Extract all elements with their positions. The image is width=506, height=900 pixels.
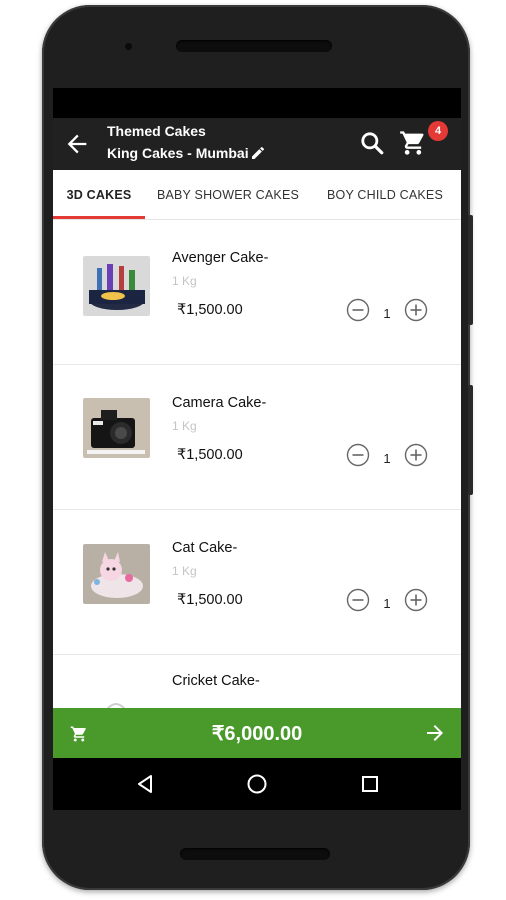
screen: Themed Cakes King Cakes - Mumbai 4 3D CA… xyxy=(53,88,461,810)
list-item[interactable]: Camera Cake- 1 Kg ₹1,500.00 1 xyxy=(53,365,461,510)
store-location[interactable]: King Cakes - Mumbai xyxy=(107,145,249,161)
product-weight: 1 Kg xyxy=(172,564,197,578)
product-name: Cricket Cake- xyxy=(172,673,260,689)
tab-baby-shower-cakes[interactable]: BABY SHOWER CAKES xyxy=(149,170,307,220)
page-title: Themed Cakes xyxy=(107,123,206,139)
product-name: Avenger Cake- xyxy=(172,250,269,266)
list-item[interactable]: Avenger Cake- 1 Kg ₹1,500.00 1 xyxy=(53,220,461,365)
list-item[interactable]: Cricket Cake- xyxy=(53,655,461,708)
quantity-value: 1 xyxy=(383,306,391,321)
product-image xyxy=(83,398,150,458)
product-weight: 1 Kg xyxy=(172,274,197,288)
checkout-bar[interactable]: ₹6,000.00 xyxy=(53,708,461,758)
plus-circle-icon[interactable] xyxy=(404,588,428,612)
tab-3d-cakes[interactable]: 3D CAKES xyxy=(53,170,145,220)
power-button xyxy=(468,385,473,495)
minus-circle-icon[interactable] xyxy=(346,588,370,612)
earpiece-speaker xyxy=(176,40,332,52)
product-weight: 1 Kg xyxy=(172,419,197,433)
nav-recent-icon[interactable] xyxy=(358,772,382,796)
product-image xyxy=(83,685,150,708)
product-list: Avenger Cake- 1 Kg ₹1,500.00 1 Camera Ca… xyxy=(53,220,461,708)
volume-button xyxy=(468,215,473,325)
product-price: ₹1,500.00 xyxy=(177,302,243,318)
plus-circle-icon[interactable] xyxy=(404,443,428,467)
product-price: ₹1,500.00 xyxy=(177,447,243,463)
back-arrow-icon[interactable] xyxy=(63,130,91,158)
quantity-value: 1 xyxy=(383,451,391,466)
cart-icon[interactable] xyxy=(399,129,427,157)
quantity-value: 1 xyxy=(383,596,391,611)
product-name: Camera Cake- xyxy=(172,395,267,411)
nav-back-icon[interactable] xyxy=(133,772,157,796)
plus-circle-icon[interactable] xyxy=(404,298,428,322)
front-camera xyxy=(125,43,132,50)
system-nav-bar xyxy=(53,758,461,810)
status-bar xyxy=(53,88,461,118)
arrow-right-icon[interactable] xyxy=(423,721,447,745)
category-tabs: 3D CAKES BABY SHOWER CAKES BOY CHILD CAK… xyxy=(53,170,461,220)
bottom-speaker xyxy=(180,848,330,860)
app-bar: Themed Cakes King Cakes - Mumbai 4 xyxy=(53,118,461,170)
cart-count-badge: 4 xyxy=(428,121,448,141)
nav-home-icon[interactable] xyxy=(245,772,269,796)
list-item[interactable]: Cat Cake- 1 Kg ₹1,500.00 1 xyxy=(53,510,461,655)
edit-pencil-icon[interactable] xyxy=(250,145,266,161)
product-image xyxy=(83,544,150,604)
cart-total: ₹6,000.00 xyxy=(211,722,303,745)
search-icon[interactable] xyxy=(359,130,385,156)
product-image xyxy=(83,256,150,316)
product-price: ₹1,500.00 xyxy=(177,592,243,608)
product-name: Cat Cake- xyxy=(172,540,238,556)
tab-boy-child-cakes[interactable]: BOY CHILD CAKES xyxy=(315,170,455,220)
minus-circle-icon[interactable] xyxy=(346,443,370,467)
active-tab-indicator xyxy=(53,216,145,219)
minus-circle-icon[interactable] xyxy=(346,298,370,322)
